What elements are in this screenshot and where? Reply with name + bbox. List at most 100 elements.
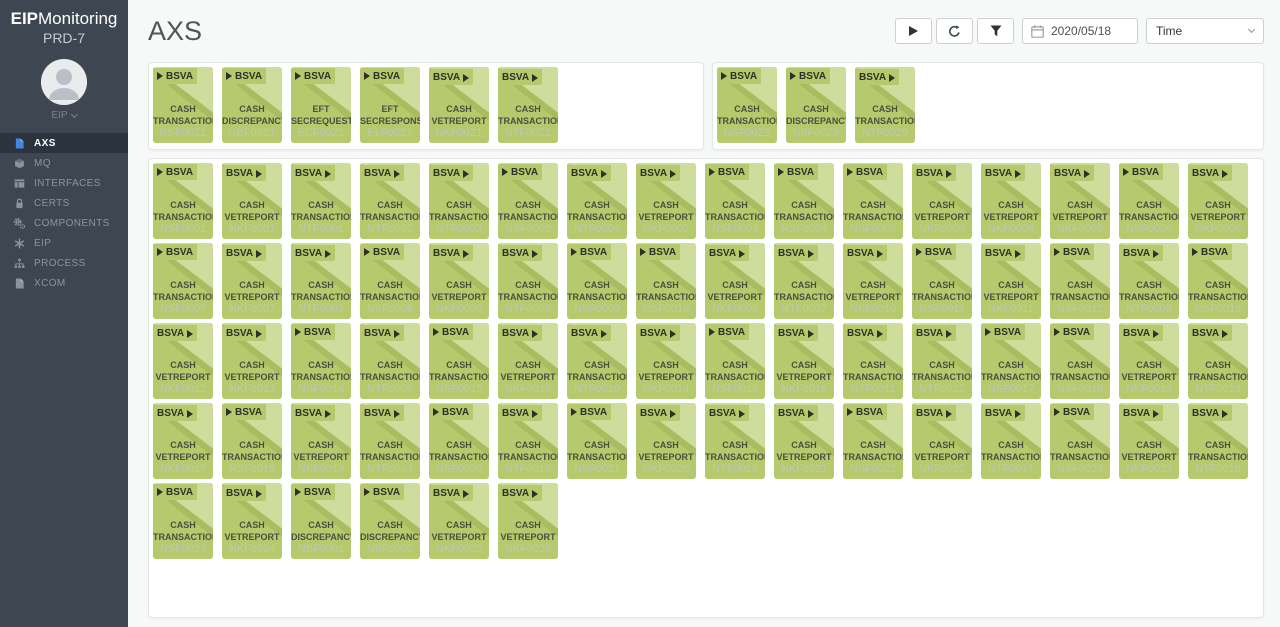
message-card[interactable]: BSVACASHTRANSACTIONNSF0014 bbox=[291, 323, 351, 399]
message-card[interactable]: BSVACASHTRANSACTIONNSF0022 bbox=[843, 403, 903, 479]
message-card[interactable]: BSVACASHVETREPORTNKF0012 bbox=[153, 323, 213, 399]
message-card[interactable]: BSVACASHTRANSACTIONNSF0023 bbox=[1050, 403, 1110, 479]
message-card[interactable]: BSVACASHTRANSACTIONNTF0002 bbox=[360, 163, 420, 239]
message-card[interactable]: BSVACASHVETREPORTNKF0014 bbox=[636, 323, 696, 399]
message-card[interactable]: BSVACASHTRANSACTIONNTF0009 bbox=[360, 323, 420, 399]
card-type-line1: CASH bbox=[498, 199, 558, 211]
message-card[interactable]: BSVACASHTRANSACTIONNSF0016 bbox=[705, 323, 765, 399]
sidebar-item-axs[interactable]: AXS bbox=[0, 133, 128, 153]
message-card[interactable]: BSVACASHTRANSACTIONNSF0020 bbox=[429, 403, 489, 479]
message-card[interactable]: BSVACASHVETREPORTNKF0015 bbox=[498, 323, 558, 399]
message-card[interactable]: BSVACASHVETREPORTNKF0020 bbox=[636, 403, 696, 479]
message-card[interactable]: BSVACASHVETREPORTNKF0022 bbox=[912, 403, 972, 479]
card-type-line1: CASH bbox=[567, 279, 627, 291]
message-card[interactable]: BSVACASHTRANSACTIONNTF0003 bbox=[429, 163, 489, 239]
sidebar-item-xcom[interactable]: XCOM bbox=[0, 273, 128, 293]
message-card[interactable]: BSVACASHTRANSACTIONNSF00Z1 bbox=[153, 67, 213, 143]
message-card[interactable]: BSVACASHVETREPORTNKF0004 bbox=[981, 163, 1041, 239]
message-card[interactable]: BSVACASHDISCREPANCYNBF0002 bbox=[360, 483, 420, 559]
card-body: CASHTRANSACTIONNSF0016 bbox=[705, 359, 765, 396]
refresh-button[interactable] bbox=[936, 18, 973, 44]
message-card[interactable]: BSVACASHTRANSACTIONNTF0007 bbox=[774, 243, 834, 319]
message-card[interactable]: BSVACASHTRANSACTIONNSF0013 bbox=[1188, 243, 1248, 319]
message-card[interactable]: BSVACASHTRANSACTIONNSF0008 bbox=[360, 243, 420, 319]
message-card[interactable]: BSVACASHVETREPORTNKF0026 bbox=[498, 483, 558, 559]
message-card[interactable]: BSVACASHTRANSACTIONNTF0017 bbox=[981, 403, 1041, 479]
time-select[interactable]: Time bbox=[1146, 18, 1264, 44]
message-card[interactable]: BSVACASHVETREPORTNKF0013 bbox=[222, 323, 282, 399]
sidebar-item-components[interactable]: COMPONENTS bbox=[0, 213, 128, 233]
message-card[interactable]: BSVACASHTRANSACTIONNTF0006 bbox=[498, 243, 558, 319]
message-card[interactable]: BSVACASHVETREPORTNKF0003 bbox=[912, 163, 972, 239]
message-card[interactable]: BSVACASHTRANSACTIONNSF0012 bbox=[1050, 243, 1110, 319]
message-card[interactable]: BSVACASHTRANSACTIONNSF00Z9 bbox=[717, 67, 777, 143]
message-card[interactable]: BSVACASHVETREPORTNKF0016 bbox=[774, 323, 834, 399]
message-card[interactable]: BSVACASHTRANSACTIONNSF0021 bbox=[567, 403, 627, 479]
message-card[interactable]: BSVACASHDISCREPANCYNBF00Z9 bbox=[786, 67, 846, 143]
message-card[interactable]: BSVACASHVETREPORTNKF0008 bbox=[429, 243, 489, 319]
message-card[interactable]: BSVACASHVETREPORTNKF0024 bbox=[222, 483, 282, 559]
message-card[interactable]: BSVACASHTRANSACTIONNTF0014 bbox=[360, 403, 420, 479]
message-card[interactable]: BSVACASHTRANSACTIONNTF0001 bbox=[291, 163, 351, 239]
date-picker[interactable]: 2020/05/18 bbox=[1022, 18, 1138, 44]
message-card[interactable]: BSVACASHVETREPORTNKF0018 bbox=[1119, 323, 1179, 399]
message-card[interactable]: BSVACASHDISCREPANCYNBF0001 bbox=[291, 483, 351, 559]
message-card[interactable]: BSVACASHTRANSACTIONNSF0010 bbox=[636, 243, 696, 319]
message-card[interactable]: BSVACASHTRANSACTIONNSF0024 bbox=[153, 483, 213, 559]
sidebar-item-process[interactable]: PROCESS bbox=[0, 253, 128, 273]
sidebar-item-interfaces[interactable]: INTERFACES bbox=[0, 173, 128, 193]
message-card[interactable]: BSVACASHTRANSACTIONNTF0015 bbox=[498, 403, 558, 479]
sidebar-item-certs[interactable]: CERTS bbox=[0, 193, 128, 213]
user-menu[interactable]: EIP bbox=[0, 110, 128, 121]
message-card[interactable]: BSVACASHVETREPORTNKF0010 bbox=[843, 243, 903, 319]
message-card[interactable]: BSVACASHTRANSACTIONNSF0006 bbox=[1119, 163, 1179, 239]
message-card[interactable]: BSVACASHTRANSACTIONNSF0011 bbox=[912, 243, 972, 319]
message-card[interactable]: BSVACASHTRANSACTIONNSF0001 bbox=[153, 163, 213, 239]
message-card[interactable]: BSVACASHTRANSACTIONNTF0010 bbox=[567, 323, 627, 399]
sidebar-item-mq[interactable]: MQ bbox=[0, 153, 128, 173]
message-card[interactable]: BSVAEFTSECRESPONSELF00Z1 bbox=[360, 67, 420, 143]
message-card[interactable]: BSVACASHTRANSACTIONNSF0005 bbox=[843, 163, 903, 239]
message-card[interactable]: BSVACASHTRANSACTIONNTF0013 bbox=[1188, 323, 1248, 399]
filter-button[interactable] bbox=[977, 18, 1014, 44]
sidebar-item-eip[interactable]: EIP bbox=[0, 233, 128, 253]
message-card[interactable]: BSVACASHTRANSACTIONNSF0002 bbox=[498, 163, 558, 239]
flow-arrow-icon bbox=[295, 488, 301, 496]
message-card[interactable]: BSVACASHTRANSACTIONNTF0005 bbox=[291, 243, 351, 319]
message-card[interactable]: BSVACASHTRANSACTIONNTF00Z1 bbox=[498, 67, 558, 143]
message-card[interactable]: BSVACASHVETREPORTNKF0005 bbox=[1050, 163, 1110, 239]
message-card[interactable]: BSVACASHTRANSACTIONNTF0012 bbox=[912, 323, 972, 399]
message-card[interactable]: BSVACASHVETREPORTNKF0011 bbox=[981, 243, 1041, 319]
card-system-label: BSVA bbox=[1192, 408, 1219, 419]
avatar[interactable] bbox=[41, 59, 87, 105]
play-button[interactable] bbox=[895, 18, 932, 44]
message-card[interactable]: BSVACASHTRANSACTIONNSF0003 bbox=[705, 163, 765, 239]
flow-arrow-icon bbox=[1222, 170, 1228, 178]
message-card[interactable]: BSVACASHTRANSACTIONNTF0018 bbox=[1188, 403, 1248, 479]
message-card[interactable]: BSVACASHVETREPORTNKF00Z1 bbox=[429, 67, 489, 143]
message-card[interactable]: BSVACASHTRANSACTIONNTF0011 bbox=[843, 323, 903, 399]
message-card[interactable]: BSVACASHTRANSACTIONNTF0008 bbox=[1119, 243, 1179, 319]
message-card[interactable]: BSVACASHVETREPORTNKF0007 bbox=[222, 243, 282, 319]
message-card[interactable]: BSVACASHVETREPORTNKF0006 bbox=[1188, 163, 1248, 239]
message-card[interactable]: BSVACASHVETREPORTNKF0023 bbox=[1119, 403, 1179, 479]
message-card[interactable]: BSVACASHTRANSACTIONNTF0016 bbox=[705, 403, 765, 479]
message-card[interactable]: BSVACASHTRANSACTIONNSF0018 bbox=[1050, 323, 1110, 399]
message-card[interactable]: BSVACASHVETREPORTNKF0001 bbox=[222, 163, 282, 239]
message-card[interactable]: BSVACASHVETREPORTNKF0009 bbox=[705, 243, 765, 319]
message-card[interactable]: BSVACASHVETREPORTNKF0019 bbox=[291, 403, 351, 479]
message-card[interactable]: BSVACASHDISCREPANCYNBF00Z1 bbox=[222, 67, 282, 143]
message-card[interactable]: BSVACASHTRANSACTIONNSF0017 bbox=[981, 323, 1041, 399]
message-card[interactable]: BSVACASHTRANSACTIONNSF0019 bbox=[222, 403, 282, 479]
message-card[interactable]: BSVACASHTRANSACTIONNTF00Z9 bbox=[855, 67, 915, 143]
message-card[interactable]: BSVACASHVETREPORTNKF0002 bbox=[636, 163, 696, 239]
message-card[interactable]: BSVAEFTSECREQUESTECF00Z1 bbox=[291, 67, 351, 143]
message-card[interactable]: BSVACASHVETREPORTNKF0017 bbox=[153, 403, 213, 479]
message-card[interactable]: BSVACASHTRANSACTIONNSF0004 bbox=[774, 163, 834, 239]
message-card[interactable]: BSVACASHTRANSACTIONNSF0007 bbox=[153, 243, 213, 319]
message-card[interactable]: BSVACASHTRANSACTIONNSF0015 bbox=[429, 323, 489, 399]
message-card[interactable]: BSVACASHTRANSACTIONNSF0009 bbox=[567, 243, 627, 319]
message-card[interactable]: BSVACASHVETREPORTNKF0025 bbox=[429, 483, 489, 559]
message-card[interactable]: BSVACASHVETREPORTNKF0021 bbox=[774, 403, 834, 479]
message-card[interactable]: BSVACASHTRANSACTIONNTF0004 bbox=[567, 163, 627, 239]
